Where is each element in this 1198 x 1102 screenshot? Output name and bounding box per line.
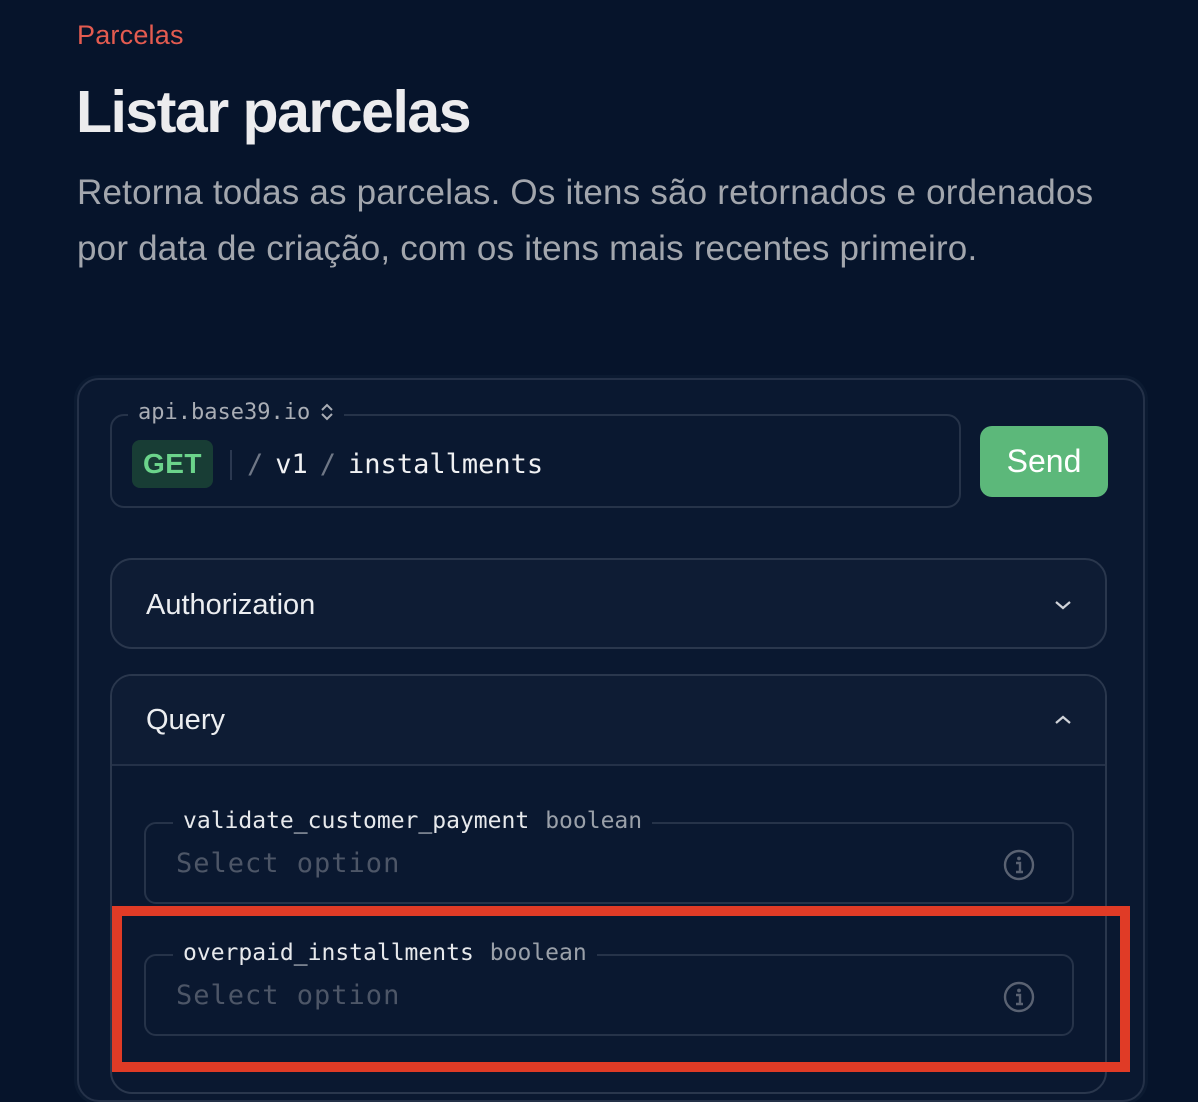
select-placeholder: Select option	[176, 848, 401, 879]
path-segment-resource: installments	[348, 448, 544, 480]
server-selector[interactable]: api.base39.io	[128, 397, 345, 427]
http-method-badge: GET	[132, 440, 213, 488]
chevron-up-icon[interactable]	[1053, 714, 1073, 726]
send-button[interactable]: Send	[980, 426, 1108, 497]
path-separator: /	[247, 448, 264, 480]
param-type: boolean	[489, 940, 587, 966]
authorization-section[interactable]: Authorization	[110, 558, 1107, 649]
divider	[230, 450, 232, 480]
page-description: Retorna todas as parcelas. Os itens são …	[77, 173, 1094, 268]
param-label: validate_customer_payment boolean	[173, 806, 653, 836]
select-placeholder: Select option	[176, 980, 401, 1011]
param-name: validate_customer_payment	[183, 808, 530, 834]
authorization-title: Authorization	[146, 588, 316, 621]
server-url: api.base39.io	[138, 399, 311, 425]
query-header[interactable]: Query	[112, 676, 1105, 766]
path-separator: /	[319, 448, 337, 480]
page-title: Listar parcelas	[76, 79, 472, 145]
info-icon[interactable]	[1002, 848, 1036, 882]
authorization-header[interactable]: Authorization	[112, 560, 1105, 650]
param-type: boolean	[545, 808, 643, 834]
endpoint-path: / v1 / installments	[247, 446, 555, 482]
chevron-down-icon[interactable]	[1053, 599, 1073, 611]
path-segment-version: v1	[275, 448, 308, 480]
query-title: Query	[146, 703, 225, 736]
chevron-up-down-icon	[321, 403, 333, 421]
param-label: overpaid_installments boolean	[173, 938, 597, 968]
section-eyebrow: Parcelas	[77, 20, 184, 50]
info-icon[interactable]	[1002, 980, 1036, 1014]
param-name: overpaid_installments	[183, 940, 474, 966]
